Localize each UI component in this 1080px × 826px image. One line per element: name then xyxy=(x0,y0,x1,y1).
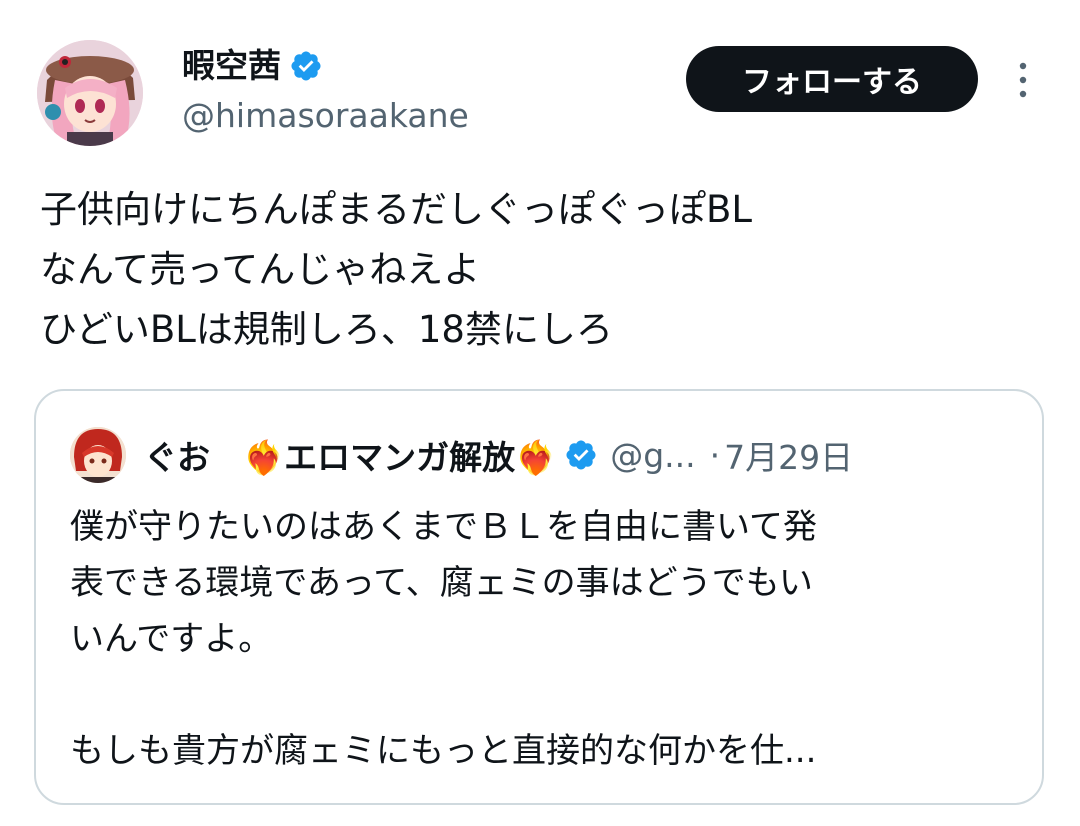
quoted-text-line xyxy=(70,667,1010,723)
quoted-text-line: 僕が守りたいのはあくまでＢＬを自由に書いて発 xyxy=(70,507,817,547)
tweet-text-line: 子供向けにちんぽまるだしぐっぽぐっぽBL xyxy=(40,188,752,231)
quoted-text-line: いんですよ。 xyxy=(70,619,273,659)
quoted-tweet-header: ぐお ❤️‍🔥エロマンガ解放❤️‍🔥 @g... · 7月29日 xyxy=(70,425,853,485)
quoted-author-handle[interactable]: @g... xyxy=(610,436,695,475)
author-display-name[interactable]: 暇空茜 xyxy=(182,46,281,86)
quoted-text-line: もしも貴方が腐ェミにもっと直接的な何かを仕... xyxy=(70,731,817,771)
quoted-author-avatar[interactable] xyxy=(70,427,126,483)
author-handle[interactable]: @himasoraakane xyxy=(182,96,469,136)
quoted-tweet-card[interactable]: ぐお ❤️‍🔥エロマンガ解放❤️‍🔥 @g... · 7月29日 僕が守りたいの… xyxy=(34,389,1044,805)
quoted-text-line: 表できる環境であって、腐ェミの事はどうでもい xyxy=(70,563,813,603)
tweet-text-line: ひどいBLは規制しろ、18禁にしろ xyxy=(40,308,613,351)
tweet-text: 子供向けにちんぽまるだしぐっぽぐっぽBL なんて売ってんじゃねえよ ひどいBLは… xyxy=(40,180,1050,360)
quoted-author-avatar-image xyxy=(70,427,126,483)
verified-badge-icon xyxy=(564,438,598,472)
author-avatar-image xyxy=(37,40,143,146)
author-avatar[interactable] xyxy=(37,40,143,146)
verified-badge-icon xyxy=(289,49,323,83)
follow-button[interactable]: フォローする xyxy=(686,46,978,112)
separator-dot: · xyxy=(709,435,721,475)
quoted-tweet-date[interactable]: 7月29日 xyxy=(724,431,853,479)
quoted-author-display-name[interactable]: ぐお ❤️‍🔥エロマンガ解放❤️‍🔥 xyxy=(144,431,556,479)
tweet-text-line: なんて売ってんじゃねえよ xyxy=(40,248,481,291)
author-name-row: 暇空茜 xyxy=(182,46,323,86)
vertical-ellipsis-icon[interactable] xyxy=(1012,60,1034,100)
quoted-tweet-text: 僕が守りたいのはあくまでＢＬを自由に書いて発 表できる環境であって、腐ェミの事は… xyxy=(70,499,1010,779)
